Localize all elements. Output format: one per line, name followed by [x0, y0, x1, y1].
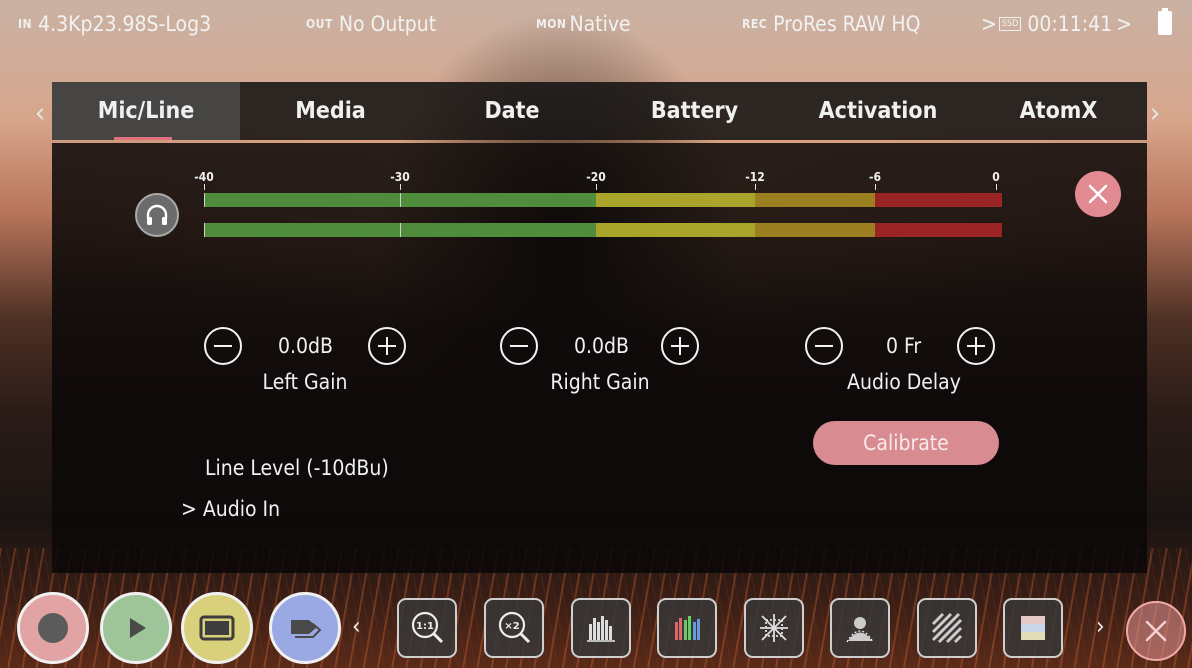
right-gain-minus-button[interactable] — [500, 327, 538, 365]
zoom-1-1-button[interactable]: 1:1 — [397, 598, 457, 658]
left-gain-value: 0.0dB — [278, 334, 333, 358]
right-gain-label: Right Gain — [550, 370, 650, 394]
scale-label: 0 — [992, 170, 1000, 184]
scale-label: -20 — [586, 170, 606, 184]
battery-icon — [1158, 8, 1172, 35]
toolbar-scroll-left-icon[interactable]: ‹ — [352, 612, 361, 640]
right-channel-meter — [204, 223, 1002, 237]
record-status[interactable]: REC ProRes RAW HQ — [742, 12, 920, 36]
output-status[interactable]: OUT No Output — [306, 12, 436, 36]
scale-tick — [204, 184, 205, 190]
tab-mic-line[interactable]: Mic/Line — [52, 82, 240, 140]
ssd-icon: SSD — [998, 17, 1022, 31]
vectorscope-icon — [760, 614, 788, 642]
toolbar-scroll-right-icon[interactable]: › — [1096, 612, 1105, 640]
rgb-parade-icon — [675, 616, 700, 640]
tab-battery[interactable]: Battery — [603, 82, 786, 140]
left-gain-minus-button[interactable] — [204, 327, 242, 365]
timecode: 00:11:41 — [1027, 12, 1113, 36]
zebra-button[interactable] — [917, 598, 977, 658]
svg-text:1:1: 1:1 — [416, 621, 434, 632]
timecode-chevron: > — [1116, 12, 1133, 36]
output-format: No Output — [338, 12, 437, 36]
lut-icon — [1021, 616, 1045, 640]
monitor-icon — [199, 615, 235, 641]
left-gain-label: Left Gain — [262, 370, 348, 394]
tab-scroll-left-icon[interactable]: ‹ — [35, 96, 45, 129]
tab-date[interactable]: Date — [421, 82, 603, 140]
waveform-icon — [587, 616, 615, 642]
audio-in-option[interactable]: > Audio In — [181, 497, 280, 521]
record-tag: REC — [742, 17, 768, 31]
scale-label: -12 — [745, 170, 765, 184]
tab-media[interactable]: Media — [240, 82, 421, 140]
output-tag: OUT — [306, 17, 333, 31]
waveform-button[interactable] — [571, 598, 631, 658]
rgb-parade-button[interactable] — [657, 598, 717, 658]
scale-tick — [400, 184, 401, 190]
close-menu-button[interactable] — [1126, 601, 1186, 661]
record-codec: ProRes RAW HQ — [773, 12, 921, 36]
scale-tick — [755, 184, 756, 190]
zebra-icon — [931, 612, 963, 644]
tags-button[interactable] — [269, 592, 341, 664]
audio-delay-minus-button[interactable] — [805, 327, 843, 365]
svg-text:×2: ×2 — [504, 621, 519, 632]
zoom-x2-icon: ×2 — [498, 611, 531, 644]
scale-label: -30 — [390, 170, 410, 184]
record-icon — [38, 613, 68, 643]
right-gain-plus-button[interactable] — [661, 327, 699, 365]
close-icon — [1145, 620, 1167, 642]
monitor-mode-button[interactable] — [181, 592, 253, 664]
lut-button[interactable] — [1003, 598, 1063, 658]
audio-meter-scale: -40 -30 -20 -12 -6 0 — [0, 170, 1192, 190]
scale-tick — [875, 184, 876, 190]
media-status[interactable]: > SSD 00:11:41 > — [981, 12, 1132, 36]
status-bar: IN 4.3Kp23.98S-Log3 OUT No Output MON Na… — [0, 0, 1192, 48]
vectorscope-button[interactable] — [744, 598, 804, 658]
record-button[interactable] — [17, 592, 89, 664]
audio-delay-value: 0 Fr — [886, 334, 922, 358]
zoom-x2-button[interactable]: ×2 — [484, 598, 544, 658]
input-status[interactable]: IN 4.3Kp23.98S-Log3 — [18, 12, 211, 36]
monitor-tag: MON — [536, 17, 567, 31]
audio-delay-plus-button[interactable] — [957, 327, 995, 365]
line-level-option[interactable]: Line Level (-10dBu) — [205, 456, 389, 480]
tab-activation[interactable]: Activation — [786, 82, 970, 140]
input-tag: IN — [18, 17, 33, 31]
scale-label: -40 — [194, 170, 214, 184]
tags-icon — [291, 620, 322, 638]
left-gain-plus-button[interactable] — [368, 327, 406, 365]
media-chevron: > — [981, 12, 997, 36]
headphones-icon[interactable] — [135, 193, 179, 237]
scale-label: -6 — [869, 170, 881, 184]
input-format: 4.3Kp23.98S-Log3 — [38, 12, 212, 36]
tab-scroll-right-icon[interactable]: › — [1150, 96, 1160, 129]
scale-tick — [996, 184, 997, 190]
close-icon — [1088, 184, 1108, 204]
left-channel-meter — [204, 193, 1002, 207]
scale-tick — [596, 184, 597, 190]
play-button[interactable] — [100, 592, 172, 664]
tab-atomx[interactable]: AtomX — [970, 82, 1147, 140]
zoom-1-1-icon: 1:1 — [411, 611, 444, 644]
play-icon — [130, 618, 146, 638]
monitor-mode: Native — [569, 12, 631, 36]
close-panel-button[interactable] — [1075, 171, 1121, 217]
calibrate-button[interactable]: Calibrate — [813, 421, 999, 465]
settings-tab-bar: Mic/Line Media Date Battery Activation A… — [52, 82, 1147, 140]
focus-peaking-icon — [846, 617, 874, 643]
right-gain-value: 0.0dB — [574, 334, 629, 358]
audio-delay-label: Audio Delay — [847, 370, 961, 394]
focus-peaking-button[interactable] — [830, 598, 890, 658]
monitor-status[interactable]: MON Native — [536, 12, 631, 36]
